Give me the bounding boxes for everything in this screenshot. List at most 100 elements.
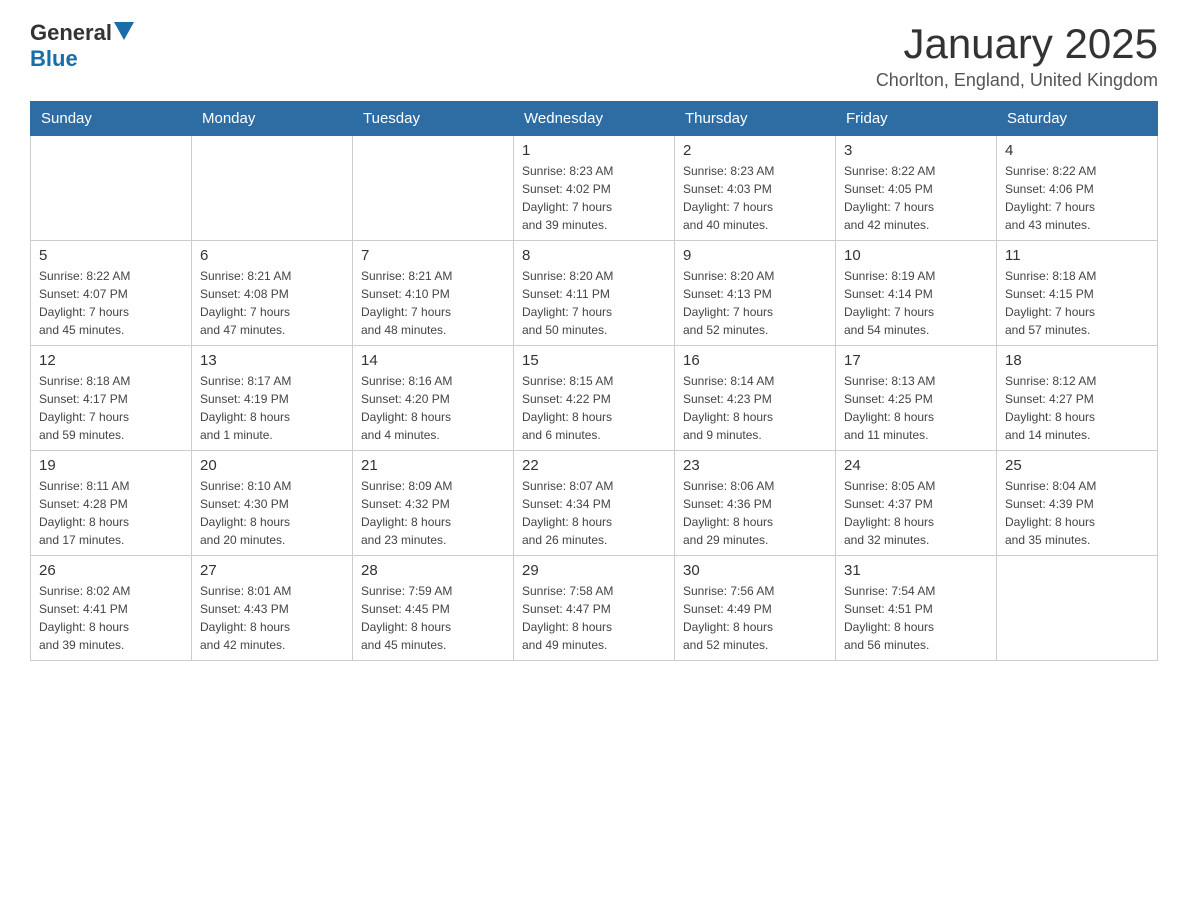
day-info: Sunrise: 7:59 AMSunset: 4:45 PMDaylight:… (361, 582, 505, 654)
calendar-cell: 8 Sunrise: 8:20 AMSunset: 4:11 PMDaylight… (514, 241, 675, 346)
day-info: Sunrise: 8:07 AMSunset: 4:34 PMDaylight:… (522, 477, 666, 549)
day-info: Sunrise: 8:13 AMSunset: 4:25 PMDaylight:… (844, 372, 988, 444)
calendar-week-2: 5 Sunrise: 8:22 AMSunset: 4:07 PMDaylight… (31, 241, 1158, 346)
day-info: Sunrise: 8:21 AMSunset: 4:08 PMDaylight:… (200, 267, 344, 339)
calendar-cell: 18 Sunrise: 8:12 AMSunset: 4:27 PMDayligh… (997, 346, 1158, 451)
day-number: 29 (522, 562, 666, 579)
day-number: 19 (39, 457, 183, 474)
title-area: January 2025 Chorlton, England, United K… (876, 20, 1158, 91)
day-number: 18 (1005, 352, 1149, 369)
day-number: 3 (844, 142, 988, 159)
day-info: Sunrise: 8:01 AMSunset: 4:43 PMDaylight:… (200, 582, 344, 654)
day-number: 11 (1005, 247, 1149, 264)
logo-general-text: General (30, 20, 112, 46)
day-number: 5 (39, 247, 183, 264)
day-info: Sunrise: 8:09 AMSunset: 4:32 PMDaylight:… (361, 477, 505, 549)
subtitle: Chorlton, England, United Kingdom (876, 70, 1158, 91)
calendar-cell: 29 Sunrise: 7:58 AMSunset: 4:47 PMDayligh… (514, 556, 675, 661)
day-info: Sunrise: 8:14 AMSunset: 4:23 PMDaylight:… (683, 372, 827, 444)
day-info: Sunrise: 8:11 AMSunset: 4:28 PMDaylight:… (39, 477, 183, 549)
calendar-week-5: 26 Sunrise: 8:02 AMSunset: 4:41 PMDayligh… (31, 556, 1158, 661)
calendar-header-row: SundayMondayTuesdayWednesdayThursdayFrid… (31, 102, 1158, 136)
calendar-cell: 15 Sunrise: 8:15 AMSunset: 4:22 PMDayligh… (514, 346, 675, 451)
day-number: 31 (844, 562, 988, 579)
calendar-header-tuesday: Tuesday (353, 102, 514, 136)
day-number: 22 (522, 457, 666, 474)
logo: General Blue (30, 20, 134, 72)
day-number: 8 (522, 247, 666, 264)
calendar-header-friday: Friday (836, 102, 997, 136)
calendar-cell: 10Sunrise: 8:19 AMSunset: 4:14 PMDayligh… (836, 241, 997, 346)
calendar-cell: 16 Sunrise: 8:14 AMSunset: 4:23 PMDayligh… (675, 346, 836, 451)
calendar-cell: 2 Sunrise: 8:23 AMSunset: 4:03 PMDaylight… (675, 136, 836, 241)
day-info: Sunrise: 8:17 AMSunset: 4:19 PMDaylight:… (200, 372, 344, 444)
day-number: 1 (522, 142, 666, 159)
calendar-cell: 3 Sunrise: 8:22 AMSunset: 4:05 PMDaylight… (836, 136, 997, 241)
calendar-cell: 12 Sunrise: 8:18 AMSunset: 4:17 PMDayligh… (31, 346, 192, 451)
day-number: 6 (200, 247, 344, 264)
day-info: Sunrise: 8:18 AMSunset: 4:17 PMDaylight:… (39, 372, 183, 444)
calendar-header-sunday: Sunday (31, 102, 192, 136)
calendar-cell: 27 Sunrise: 8:01 AMSunset: 4:43 PMDayligh… (192, 556, 353, 661)
calendar-cell: 1 Sunrise: 8:23 AMSunset: 4:02 PMDaylight… (514, 136, 675, 241)
day-number: 23 (683, 457, 827, 474)
day-info: Sunrise: 8:21 AMSunset: 4:10 PMDaylight:… (361, 267, 505, 339)
day-number: 30 (683, 562, 827, 579)
day-info: Sunrise: 8:23 AMSunset: 4:03 PMDaylight:… (683, 162, 827, 234)
day-info: Sunrise: 8:06 AMSunset: 4:36 PMDaylight:… (683, 477, 827, 549)
calendar-header-saturday: Saturday (997, 102, 1158, 136)
calendar-week-3: 12 Sunrise: 8:18 AMSunset: 4:17 PMDayligh… (31, 346, 1158, 451)
day-info: Sunrise: 7:56 AMSunset: 4:49 PMDaylight:… (683, 582, 827, 654)
calendar-cell: 21 Sunrise: 8:09 AMSunset: 4:32 PMDayligh… (353, 451, 514, 556)
day-number: 14 (361, 352, 505, 369)
day-info: Sunrise: 8:22 AMSunset: 4:06 PMDaylight:… (1005, 162, 1149, 234)
calendar-header-monday: Monday (192, 102, 353, 136)
calendar-header-thursday: Thursday (675, 102, 836, 136)
calendar-cell: 22 Sunrise: 8:07 AMSunset: 4:34 PMDayligh… (514, 451, 675, 556)
day-info: Sunrise: 8:18 AMSunset: 4:15 PMDaylight:… (1005, 267, 1149, 339)
calendar-cell: 31 Sunrise: 7:54 AMSunset: 4:51 PMDayligh… (836, 556, 997, 661)
day-info: Sunrise: 8:22 AMSunset: 4:07 PMDaylight:… (39, 267, 183, 339)
page-title: January 2025 (876, 20, 1158, 68)
calendar-cell (997, 556, 1158, 661)
day-info: Sunrise: 8:23 AMSunset: 4:02 PMDaylight:… (522, 162, 666, 234)
day-info: Sunrise: 8:20 AMSunset: 4:11 PMDaylight:… (522, 267, 666, 339)
day-number: 21 (361, 457, 505, 474)
calendar-cell (31, 136, 192, 241)
day-info: Sunrise: 8:02 AMSunset: 4:41 PMDaylight:… (39, 582, 183, 654)
day-info: Sunrise: 8:20 AMSunset: 4:13 PMDaylight:… (683, 267, 827, 339)
calendar-cell: 6 Sunrise: 8:21 AMSunset: 4:08 PMDaylight… (192, 241, 353, 346)
day-info: Sunrise: 8:15 AMSunset: 4:22 PMDaylight:… (522, 372, 666, 444)
day-number: 2 (683, 142, 827, 159)
day-number: 27 (200, 562, 344, 579)
day-info: Sunrise: 8:05 AMSunset: 4:37 PMDaylight:… (844, 477, 988, 549)
day-number: 13 (200, 352, 344, 369)
day-number: 15 (522, 352, 666, 369)
calendar-cell: 13 Sunrise: 8:17 AMSunset: 4:19 PMDayligh… (192, 346, 353, 451)
calendar-cell: 24 Sunrise: 8:05 AMSunset: 4:37 PMDayligh… (836, 451, 997, 556)
calendar-cell: 4 Sunrise: 8:22 AMSunset: 4:06 PMDaylight… (997, 136, 1158, 241)
day-number: 7 (361, 247, 505, 264)
day-number: 26 (39, 562, 183, 579)
calendar-cell (192, 136, 353, 241)
day-number: 4 (1005, 142, 1149, 159)
day-number: 17 (844, 352, 988, 369)
day-number: 16 (683, 352, 827, 369)
day-info: Sunrise: 8:12 AMSunset: 4:27 PMDaylight:… (1005, 372, 1149, 444)
day-info: Sunrise: 8:19 AMSunset: 4:14 PMDaylight:… (844, 267, 988, 339)
logo-blue-text: Blue (30, 46, 78, 72)
day-number: 20 (200, 457, 344, 474)
day-info: Sunrise: 7:58 AMSunset: 4:47 PMDaylight:… (522, 582, 666, 654)
day-number: 12 (39, 352, 183, 369)
day-info: Sunrise: 8:04 AMSunset: 4:39 PMDaylight:… (1005, 477, 1149, 549)
day-info: Sunrise: 8:22 AMSunset: 4:05 PMDaylight:… (844, 162, 988, 234)
calendar-week-4: 19 Sunrise: 8:11 AMSunset: 4:28 PMDayligh… (31, 451, 1158, 556)
calendar-table: SundayMondayTuesdayWednesdayThursdayFrid… (30, 101, 1158, 661)
calendar-cell: 20Sunrise: 8:10 AMSunset: 4:30 PMDayligh… (192, 451, 353, 556)
calendar-cell (353, 136, 514, 241)
day-info: Sunrise: 7:54 AMSunset: 4:51 PMDaylight:… (844, 582, 988, 654)
day-number: 28 (361, 562, 505, 579)
calendar-cell: 9Sunrise: 8:20 AMSunset: 4:13 PMDaylight… (675, 241, 836, 346)
logo-triangle-icon (114, 22, 134, 40)
day-number: 24 (844, 457, 988, 474)
